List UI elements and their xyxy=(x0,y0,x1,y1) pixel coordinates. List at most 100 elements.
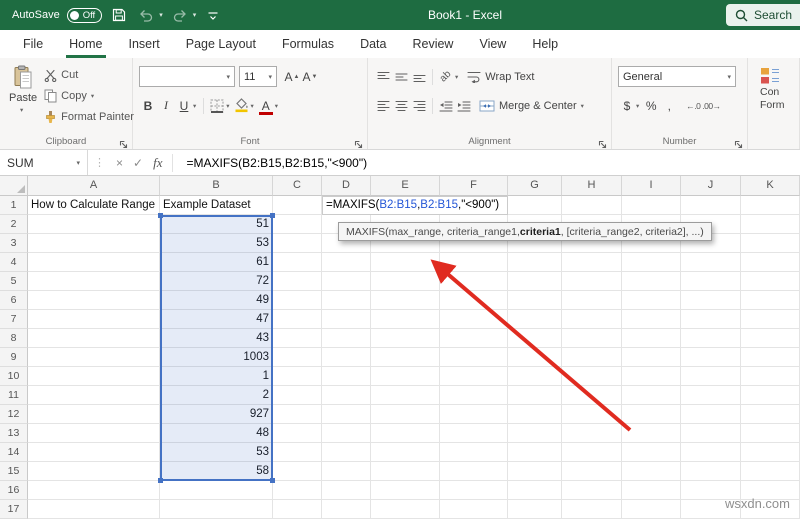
cell-I6[interactable] xyxy=(622,291,681,310)
cell-D10[interactable] xyxy=(322,367,371,386)
row-header-16[interactable]: 16 xyxy=(0,481,28,500)
number-dialog-launcher-icon[interactable] xyxy=(734,136,744,149)
column-header-I[interactable]: I xyxy=(622,176,681,196)
formula-input[interactable]: =MAXIFS(B2:B15,B2:B15,"<900") xyxy=(178,156,367,170)
cell-K5[interactable] xyxy=(741,272,800,291)
cell-I11[interactable] xyxy=(622,386,681,405)
cell-C13[interactable] xyxy=(273,424,322,443)
cell-B9[interactable]: 1003 xyxy=(160,348,273,367)
column-header-B[interactable]: B xyxy=(160,176,273,196)
cell-A8[interactable] xyxy=(28,329,160,348)
cell-K8[interactable] xyxy=(741,329,800,348)
confirm-entry-icon[interactable]: ✓ xyxy=(128,156,148,170)
cell-D4[interactable] xyxy=(322,253,371,272)
cell-F7[interactable] xyxy=(440,310,508,329)
cell-F11[interactable] xyxy=(440,386,508,405)
cell-B13[interactable]: 48 xyxy=(160,424,273,443)
conditional-formatting-button[interactable]: Con Form xyxy=(754,62,793,112)
cell-H4[interactable] xyxy=(562,253,622,272)
formula-bar-handle[interactable]: ⋮ xyxy=(88,156,111,169)
name-box[interactable]: SUM ▾ xyxy=(0,150,88,175)
cell-B11[interactable]: 2 xyxy=(160,386,273,405)
cell-I8[interactable] xyxy=(622,329,681,348)
cell-H11[interactable] xyxy=(562,386,622,405)
cell-E13[interactable] xyxy=(371,424,440,443)
cell-I17[interactable] xyxy=(622,500,681,519)
cell-C17[interactable] xyxy=(273,500,322,519)
cell-A16[interactable] xyxy=(28,481,160,500)
cell-A11[interactable] xyxy=(28,386,160,405)
cell-J13[interactable] xyxy=(681,424,741,443)
tab-home[interactable]: Home xyxy=(56,30,115,58)
cell-G10[interactable] xyxy=(508,367,562,386)
format-painter-button[interactable]: Format Painter xyxy=(44,108,134,126)
cell-A13[interactable] xyxy=(28,424,160,443)
fill-color-dropdown-icon[interactable]: ▾ xyxy=(251,102,254,110)
font-size-select[interactable]: 11 ▾ xyxy=(239,66,277,87)
cell-I13[interactable] xyxy=(622,424,681,443)
comma-style-icon[interactable]: , xyxy=(660,96,678,116)
cell-F8[interactable] xyxy=(440,329,508,348)
cell-D16[interactable] xyxy=(322,481,371,500)
cell-G7[interactable] xyxy=(508,310,562,329)
name-box-dropdown-icon[interactable]: ▾ xyxy=(76,159,80,167)
cell-H1[interactable] xyxy=(562,196,622,215)
row-header-5[interactable]: 5 xyxy=(0,272,28,291)
cell-H13[interactable] xyxy=(562,424,622,443)
cell-F6[interactable] xyxy=(440,291,508,310)
align-left-icon[interactable] xyxy=(374,96,392,116)
cell-J10[interactable] xyxy=(681,367,741,386)
cell-F14[interactable] xyxy=(440,443,508,462)
cell-H6[interactable] xyxy=(562,291,622,310)
cell-C16[interactable] xyxy=(273,481,322,500)
cell-B3[interactable]: 53 xyxy=(160,234,273,253)
accounting-format-icon[interactable]: $ xyxy=(618,96,636,116)
cell-G8[interactable] xyxy=(508,329,562,348)
cell-G9[interactable] xyxy=(508,348,562,367)
cell-C4[interactable] xyxy=(273,253,322,272)
cell-J7[interactable] xyxy=(681,310,741,329)
cell-A12[interactable] xyxy=(28,405,160,424)
cell-H10[interactable] xyxy=(562,367,622,386)
cell-E7[interactable] xyxy=(371,310,440,329)
cell-K6[interactable] xyxy=(741,291,800,310)
font-dialog-launcher-icon[interactable] xyxy=(354,136,364,149)
cell-D7[interactable] xyxy=(322,310,371,329)
cell-F5[interactable] xyxy=(440,272,508,291)
cell-H15[interactable] xyxy=(562,462,622,481)
row-header-3[interactable]: 3 xyxy=(0,234,28,253)
cell-I9[interactable] xyxy=(622,348,681,367)
cell-E11[interactable] xyxy=(371,386,440,405)
tab-help[interactable]: Help xyxy=(519,30,571,58)
cell-A6[interactable] xyxy=(28,291,160,310)
row-header-8[interactable]: 8 xyxy=(0,329,28,348)
cell-I14[interactable] xyxy=(622,443,681,462)
cell-K15[interactable] xyxy=(741,462,800,481)
cell-G12[interactable] xyxy=(508,405,562,424)
increase-font-icon[interactable]: A ▲ xyxy=(283,67,301,87)
column-header-E[interactable]: E xyxy=(371,176,440,196)
cell-K7[interactable] xyxy=(741,310,800,329)
cell-E15[interactable] xyxy=(371,462,440,481)
cell-A10[interactable] xyxy=(28,367,160,386)
row-header-11[interactable]: 11 xyxy=(0,386,28,405)
cell-A15[interactable] xyxy=(28,462,160,481)
tab-formulas[interactable]: Formulas xyxy=(269,30,347,58)
cell-J12[interactable] xyxy=(681,405,741,424)
orientation-dropdown-icon[interactable]: ▾ xyxy=(455,73,458,81)
column-header-H[interactable]: H xyxy=(562,176,622,196)
cell-A5[interactable] xyxy=(28,272,160,291)
cell-C15[interactable] xyxy=(273,462,322,481)
cell-D11[interactable] xyxy=(322,386,371,405)
borders-icon[interactable] xyxy=(208,96,226,116)
cell-C2[interactable] xyxy=(273,215,322,234)
cell-D13[interactable] xyxy=(322,424,371,443)
cell-B8[interactable]: 43 xyxy=(160,329,273,348)
cell-G15[interactable] xyxy=(508,462,562,481)
underline-button[interactable]: U xyxy=(175,96,193,116)
cell-I4[interactable] xyxy=(622,253,681,272)
row-header-10[interactable]: 10 xyxy=(0,367,28,386)
cell-B10[interactable]: 1 xyxy=(160,367,273,386)
cell-E9[interactable] xyxy=(371,348,440,367)
tab-file[interactable]: File xyxy=(10,30,56,58)
